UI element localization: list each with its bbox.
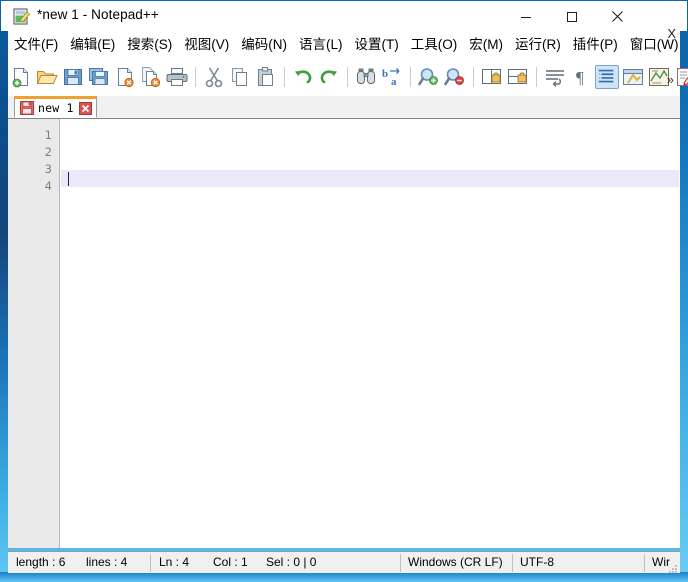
redo-icon[interactable] (317, 65, 341, 89)
new-file-icon[interactable] (9, 65, 33, 89)
menu-run[interactable]: 运行(R) (509, 31, 567, 57)
text-content-area[interactable] (61, 119, 680, 548)
toolbar-separator (195, 67, 196, 87)
function-list-icon[interactable] (673, 65, 688, 89)
menu-language[interactable]: 语言(L) (293, 31, 349, 57)
undo-icon[interactable] (291, 65, 315, 89)
sync-horizontal-scroll-icon[interactable] (506, 65, 530, 89)
close-all-files-icon[interactable] (139, 65, 163, 89)
status-divider (400, 554, 401, 572)
save-all-icon[interactable] (87, 65, 111, 89)
window-title: *new 1 - Notepad++ (37, 7, 159, 22)
word-wrap-icon[interactable] (543, 65, 567, 89)
maximize-button[interactable] (549, 2, 594, 31)
svg-text:¶: ¶ (576, 68, 584, 87)
zoom-out-icon[interactable] (443, 65, 467, 89)
menu-macro[interactable]: 宏(M) (463, 31, 509, 57)
cut-icon[interactable] (202, 65, 226, 89)
menu-bar: 文件(F) 编辑(E) 搜索(S) 视图(V) 编码(N) 语言(L) 设置(T… (8, 31, 680, 58)
notepad-plus-plus-icon (13, 8, 31, 25)
menu-plugins[interactable]: 插件(P) (567, 31, 624, 57)
toolbar-separator (473, 67, 474, 87)
ui-theme-icon[interactable] (621, 65, 645, 89)
menu-tools[interactable]: 工具(O) (405, 31, 464, 57)
notepadpp-window: *new 1 - Notepad++ 文件(F) 编辑(E) 搜索(S) 视图(… (0, 0, 688, 582)
minimize-icon (520, 16, 531, 18)
menu-help[interactable]: ? (684, 31, 688, 57)
toolbar-separator (410, 67, 411, 87)
editor-area[interactable]: 1 2 3 4 (8, 118, 680, 548)
document-close-button[interactable]: X (667, 27, 676, 40)
title-bar: *new 1 - Notepad++ (1, 1, 687, 31)
status-bar: length : 6 lines : 4 Ln : 4 Col : 1 Sel … (8, 551, 680, 573)
status-sel: Sel : 0 | 0 (266, 555, 317, 569)
status-eol: Windows (CR LF) (408, 555, 503, 569)
tab-bar: new 1 (8, 96, 680, 119)
open-file-icon[interactable] (35, 65, 59, 89)
status-length: length : 6 (16, 555, 66, 569)
menu-edit[interactable]: 编辑(E) (64, 31, 121, 57)
toolbar-separator (284, 67, 285, 87)
status-lines: lines : 4 (86, 555, 128, 569)
status-encoding: UTF-8 (520, 555, 554, 569)
window-frame-bottom (0, 572, 688, 582)
resize-grip-icon[interactable] (667, 561, 678, 573)
maximize-icon (566, 11, 577, 22)
paste-icon[interactable] (254, 65, 278, 89)
window-frame-left (0, 0, 8, 582)
print-icon[interactable] (165, 65, 189, 89)
vertical-scrollbar[interactable] (679, 119, 680, 548)
tab-close-icon[interactable] (78, 101, 92, 115)
line-number: 4 (44, 179, 52, 193)
copy-icon[interactable] (228, 65, 252, 89)
tab-new-1[interactable]: new 1 (14, 96, 97, 118)
line-number: 3 (44, 162, 52, 176)
svg-text:a: a (391, 76, 397, 88)
minimize-button[interactable] (503, 2, 548, 31)
status-ln: Ln : 4 (159, 555, 190, 569)
close-button[interactable] (595, 2, 640, 31)
menu-file[interactable]: 文件(F) (8, 31, 64, 57)
toolbar: b a ¶ » (8, 58, 688, 97)
find-icon[interactable] (354, 65, 378, 89)
menu-view[interactable]: 视图(V) (178, 31, 235, 57)
line-number-gutter: 1 2 3 4 (8, 119, 60, 548)
show-all-characters-icon[interactable]: ¶ (569, 65, 593, 89)
save-red-icon (20, 101, 34, 115)
indent-guide-icon[interactable] (595, 65, 619, 89)
close-icon (612, 11, 623, 22)
toolbar-separator (536, 67, 537, 87)
toolbar-overflow-button[interactable]: » (667, 72, 674, 87)
sync-vertical-scroll-icon[interactable] (480, 65, 504, 89)
menu-encoding[interactable]: 编码(N) (235, 31, 293, 57)
close-file-icon[interactable] (113, 65, 137, 89)
current-line-highlight (61, 170, 680, 187)
status-divider (512, 554, 513, 572)
save-icon[interactable] (61, 65, 85, 89)
status-divider (644, 554, 645, 572)
toolbar-separator (347, 67, 348, 87)
status-divider (150, 554, 151, 572)
tab-label: new 1 (38, 101, 74, 115)
replace-icon[interactable]: b a (380, 65, 404, 89)
zoom-in-icon[interactable] (417, 65, 441, 89)
text-caret (68, 172, 69, 186)
menu-settings[interactable]: 设置(T) (349, 31, 405, 57)
line-number: 2 (44, 145, 52, 159)
menu-search[interactable]: 搜索(S) (121, 31, 178, 57)
line-number: 1 (44, 128, 52, 142)
status-col: Col : 1 (213, 555, 248, 569)
svg-text:b: b (382, 68, 388, 80)
